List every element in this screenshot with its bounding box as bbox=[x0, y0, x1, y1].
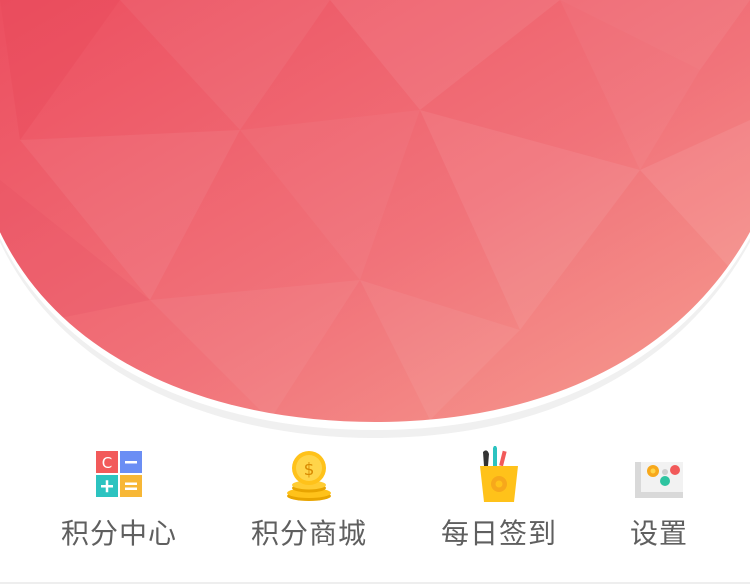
banner-background bbox=[0, 0, 750, 438]
menu-label: 积分中心 bbox=[60, 517, 177, 550]
menu-item-points-center[interactable]: C 积分中心 bbox=[24, 436, 214, 576]
coins-icon: $ bbox=[281, 446, 337, 502]
calculator-icon: C bbox=[91, 446, 147, 502]
svg-text:C: C bbox=[102, 454, 112, 472]
pen-holder-icon bbox=[471, 444, 527, 502]
svg-text:$: $ bbox=[304, 460, 315, 480]
settings-panel-icon bbox=[631, 446, 687, 502]
menu-label: 积分商城 bbox=[250, 517, 367, 550]
menu-item-points-mall[interactable]: $ 积分商城 bbox=[214, 436, 404, 576]
menu-label: 每日签到 bbox=[440, 517, 557, 550]
menu-item-settings[interactable]: 设置 bbox=[564, 436, 750, 576]
quick-menu: C 积分中心 $ 积分商城 每日签到 设置 bbox=[0, 436, 750, 576]
header-banner bbox=[0, 0, 750, 440]
menu-label: 设置 bbox=[629, 517, 688, 550]
